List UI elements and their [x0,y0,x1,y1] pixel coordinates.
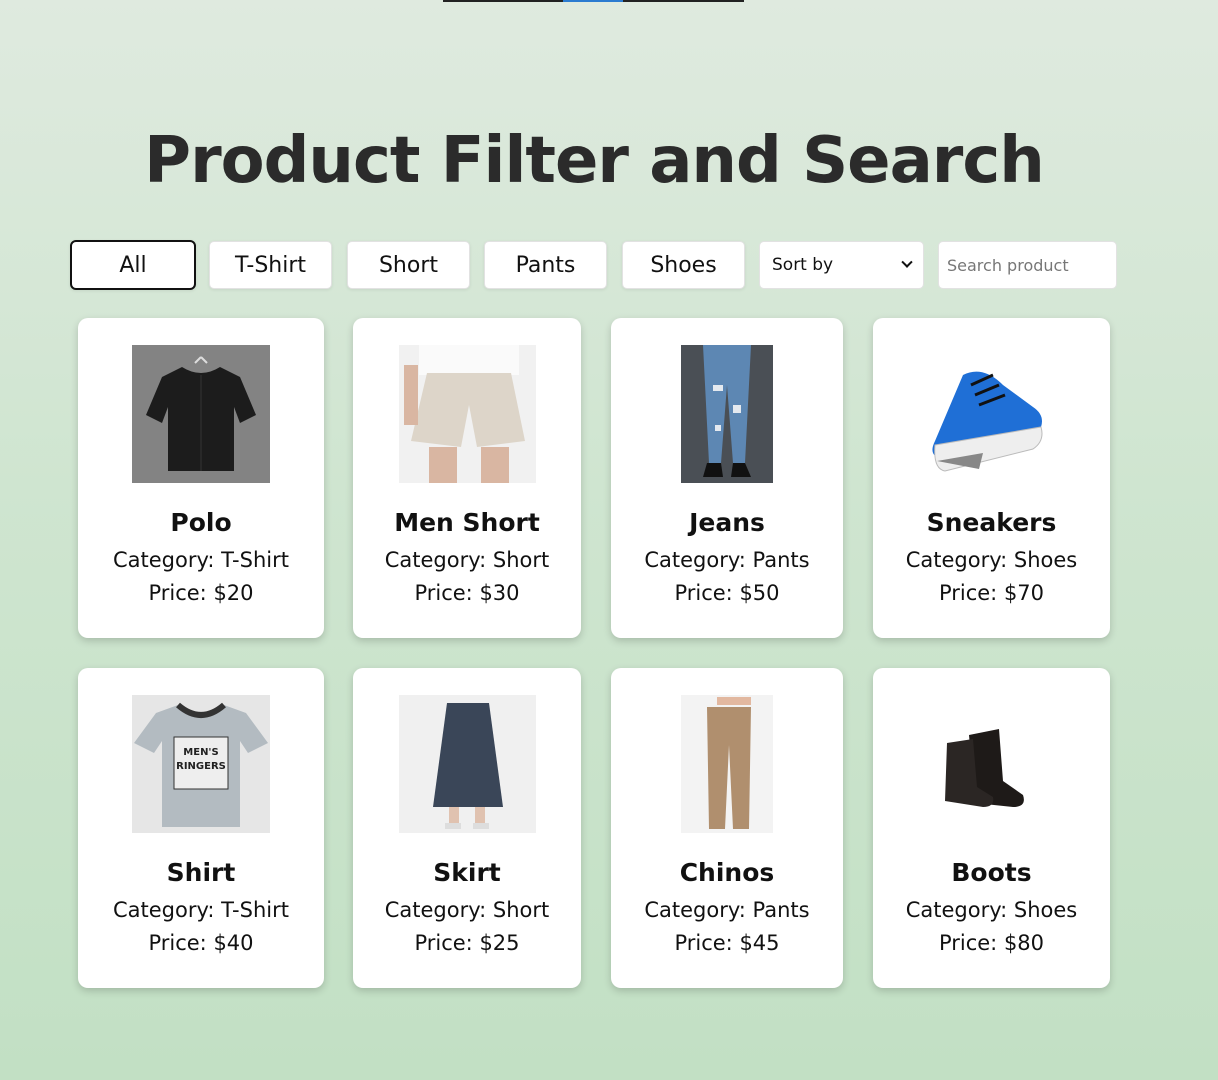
price-prefix: Price: [414,931,480,955]
product-card[interactable]: Sneakers Category: Shoes Price: $70 [873,318,1110,638]
category-prefix: Category: [644,548,753,572]
product-name: Chinos [679,858,775,887]
category-prefix: Category: [384,898,493,922]
filter-tshirt-button[interactable]: T-Shirt [209,241,332,289]
category-value: Shoes [1013,898,1078,922]
price-value: $45 [739,931,780,955]
sort-select[interactable]: Sort by [759,241,924,289]
product-category: Category: Pants [611,548,843,572]
sort-select-value: Sort by [772,255,834,275]
product-card[interactable]: Polo Category: T-Shirt Price: $20 [78,318,324,638]
product-image-denim-skirt [399,695,536,833]
product-category: Category: T-Shirt [78,898,324,922]
category-value: Pants [752,548,810,572]
product-name: Polo [170,508,232,537]
price-prefix: Price: [674,931,740,955]
price-value: $70 [1003,581,1045,605]
product-card[interactable]: MEN'S RINGERS Shirt Category: T-Shirt Pr… [78,668,324,988]
product-card[interactable]: Boots Category: Shoes Price: $80 [873,668,1110,988]
filter-shoes-button[interactable]: Shoes [622,241,745,289]
product-price: Price: $30 [353,581,581,605]
price-prefix: Price: [938,581,1004,605]
product-image-black-shirt [132,345,270,483]
product-image-grey-ringer-tee: MEN'S RINGERS [132,695,270,833]
product-name: Shirt [166,858,236,887]
price-prefix: Price: [148,931,214,955]
category-value: Pants [752,898,810,922]
product-name: Boots [951,858,1032,887]
filter-pants-button[interactable]: Pants [484,241,607,289]
product-price: Price: $25 [353,931,581,955]
category-prefix: Category: [905,898,1014,922]
tee-print-line1: MEN'S [183,747,218,758]
tee-print-line2: RINGERS [176,761,226,772]
category-value: T-Shirt [221,548,289,572]
category-value: Short [492,548,550,572]
price-value: $80 [1003,931,1045,955]
product-name: Men Short [394,508,540,537]
price-prefix: Price: [674,581,740,605]
product-price: Price: $70 [873,581,1110,605]
product-category: Category: Shoes [873,548,1110,572]
product-image-ripped-jeans [681,345,773,483]
product-card[interactable]: Skirt Category: Short Price: $25 [353,668,581,988]
product-image-beige-shorts [399,345,536,483]
product-card[interactable]: Men Short Category: Short Price: $30 [353,318,581,638]
category-prefix: Category: [113,898,222,922]
product-price: Price: $50 [611,581,843,605]
product-name: Sneakers [926,508,1057,537]
top-progress-segment [563,0,623,2]
price-value: $30 [479,581,520,605]
search-input[interactable] [938,241,1117,289]
category-prefix: Category: [384,548,493,572]
price-prefix: Price: [414,581,480,605]
product-category: Category: Short [353,548,581,572]
product-price: Price: $40 [78,931,324,955]
product-category: Category: Pants [611,898,843,922]
page-title: Product Filter and Search [144,124,1045,198]
product-price: Price: $20 [78,581,324,605]
category-prefix: Category: [113,548,222,572]
filter-all-button[interactable]: All [70,240,196,290]
price-value: $40 [213,931,254,955]
price-value: $25 [479,931,520,955]
product-name: Skirt [433,858,501,887]
product-category: Category: T-Shirt [78,548,324,572]
category-value: T-Shirt [221,898,289,922]
price-prefix: Price: [148,581,214,605]
price-value: $50 [739,581,780,605]
product-card[interactable]: Chinos Category: Pants Price: $45 [611,668,843,988]
product-name: Jeans [689,508,765,537]
product-price: Price: $45 [611,931,843,955]
filter-short-button[interactable]: Short [347,241,470,289]
product-category: Category: Shoes [873,898,1110,922]
category-prefix: Category: [905,548,1014,572]
chevron-down-icon [901,256,913,268]
category-value: Short [492,898,550,922]
price-prefix: Price: [938,931,1004,955]
product-category: Category: Short [353,898,581,922]
category-value: Shoes [1013,548,1078,572]
category-prefix: Category: [644,898,753,922]
product-card[interactable]: Jeans Category: Pants Price: $50 [611,318,843,638]
product-price: Price: $80 [873,931,1110,955]
product-image-black-boots [923,695,1061,833]
product-image-blue-sneaker [923,345,1061,483]
product-image-tan-chinos [681,695,773,833]
top-progress-bar [443,0,744,2]
price-value: $20 [213,581,254,605]
